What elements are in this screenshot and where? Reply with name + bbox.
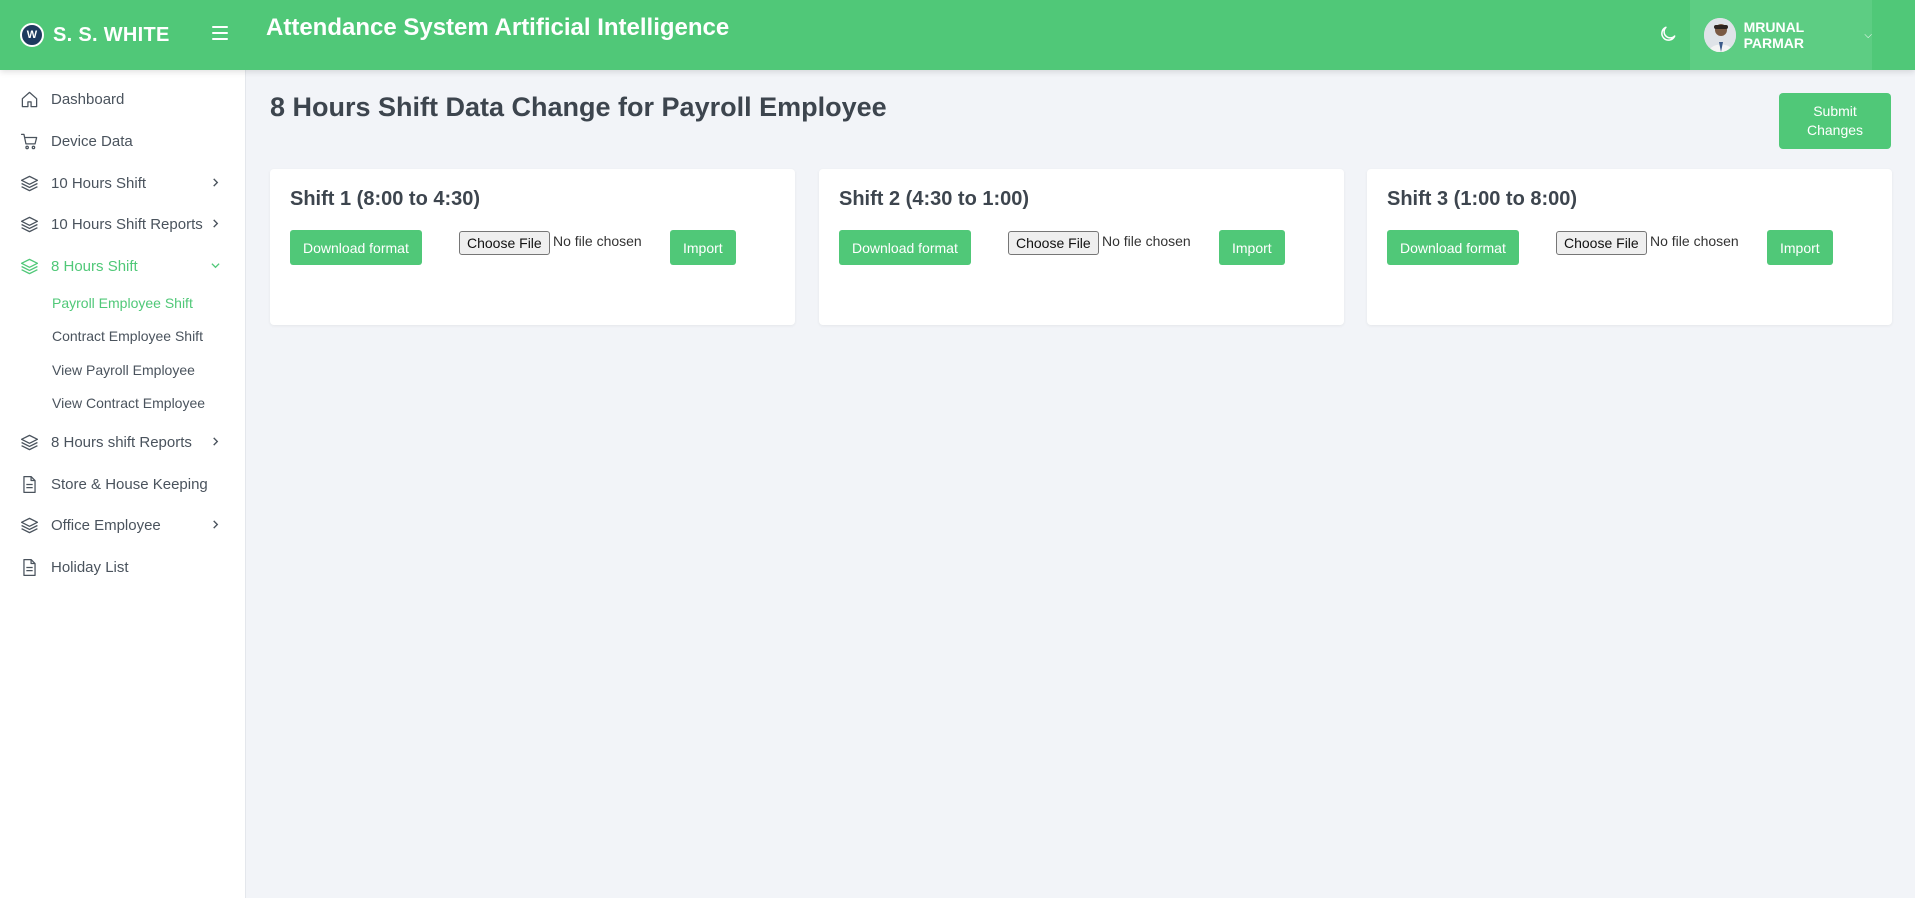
sidebar-item-store-house-keeping[interactable]: Store & House Keeping <box>0 467 246 501</box>
sidebar-subitem-contract-employee-shift[interactable]: Contract Employee Shift <box>52 328 203 344</box>
sidebar-item-label: Dashboard <box>51 90 125 108</box>
file-status: No file chosen <box>1102 233 1191 249</box>
layers-icon <box>20 434 39 450</box>
sidebar-item-label: 8 Hours Shift <box>51 257 138 275</box>
sidebar-subitem-view-contract-employee[interactable]: View Contract Employee <box>52 395 205 411</box>
sidebar-item-8-hours-shift[interactable]: 8 Hours Shift <box>0 249 246 283</box>
sidebar-item-label: 8 Hours shift Reports <box>51 433 192 451</box>
moon-icon[interactable] <box>1658 24 1678 44</box>
sidebar-item-office-employee[interactable]: Office Employee <box>0 508 246 542</box>
menu-toggle-icon[interactable] <box>212 26 228 40</box>
sidebar-item-device-data[interactable]: Device Data <box>0 124 246 158</box>
home-icon <box>21 91 38 107</box>
chevron-down-icon <box>211 263 220 269</box>
layers-icon <box>20 517 39 533</box>
sidebar-item-dashboard[interactable]: Dashboard <box>0 82 246 116</box>
download-format-button[interactable]: Download format <box>290 230 422 265</box>
import-button[interactable]: Import <box>1219 230 1285 265</box>
chevron-right-icon <box>213 437 219 446</box>
brand-name: S. S. WHITE <box>53 23 170 46</box>
sidebar-item-label: Device Data <box>51 132 133 150</box>
sidebar-item-label: Holiday List <box>51 558 129 576</box>
sidebar-subitem-payroll-employee-shift[interactable]: Payroll Employee Shift <box>52 295 193 311</box>
sidebar-subitem-view-payroll-employee[interactable]: View Payroll Employee <box>52 362 195 378</box>
card-title: Shift 2 (4:30 to 1:00) <box>839 188 1030 210</box>
choose-file-button[interactable]: Choose File <box>459 231 550 255</box>
brand-logo-icon: W <box>20 23 44 47</box>
cart-icon <box>20 133 38 149</box>
choose-file-button[interactable]: Choose File <box>1556 231 1647 255</box>
download-format-button[interactable]: Download format <box>839 230 971 265</box>
sidebar-item-holiday-list[interactable]: Holiday List <box>0 550 246 584</box>
card-title: Shift 1 (8:00 to 4:30) <box>290 188 481 210</box>
chevron-down-icon: ⌵ <box>1864 29 1872 41</box>
document-icon <box>23 475 36 493</box>
choose-file-button[interactable]: Choose File <box>1008 231 1099 255</box>
sidebar-item-label: 10 Hours Shift <box>51 174 147 192</box>
sidebar-item-label: Office Employee <box>51 516 161 534</box>
chevron-right-icon <box>213 178 219 187</box>
file-status: No file chosen <box>1650 233 1739 249</box>
user-name: MRUNAL PARMAR <box>1743 19 1804 51</box>
sidebar: Dashboard Device Data 10 Hours Shift 10 … <box>0 70 246 898</box>
document-icon <box>23 558 36 576</box>
shift-card-1: Shift 1 (8:00 to 4:30) Download format C… <box>270 169 795 325</box>
shift-card-2: Shift 2 (4:30 to 1:00) Download format C… <box>819 169 1344 325</box>
layers-icon <box>20 175 39 191</box>
download-format-button[interactable]: Download format <box>1387 230 1519 265</box>
chevron-right-icon <box>213 520 219 529</box>
sidebar-item-10-hours-shift[interactable]: 10 Hours Shift <box>0 166 246 200</box>
sidebar-item-8-hours-shift-reports[interactable]: 8 Hours shift Reports <box>0 425 246 459</box>
submit-changes-button[interactable]: Submit Changes <box>1779 93 1891 149</box>
avatar <box>1704 18 1736 52</box>
sidebar-item-10-hours-shift-reports[interactable]: 10 Hours Shift Reports <box>0 207 246 241</box>
layers-icon <box>20 258 39 274</box>
layers-icon <box>20 216 39 232</box>
brand[interactable]: W S. S. WHITE <box>20 22 170 48</box>
user-menu[interactable]: MRUNAL PARMAR ⌵ <box>1690 0 1872 70</box>
file-status: No file chosen <box>553 233 642 249</box>
user-avatar-icon <box>1704 18 1736 52</box>
chevron-right-icon <box>213 219 219 228</box>
top-bar: W S. S. WHITE Attendance System Artifici… <box>0 0 1915 70</box>
sidebar-item-label: Store & House Keeping <box>51 475 208 493</box>
sidebar-item-label: 10 Hours Shift Reports <box>51 215 203 233</box>
page-title: 8 Hours Shift Data Change for Payroll Em… <box>270 92 887 122</box>
import-button[interactable]: Import <box>1767 230 1833 265</box>
shift-card-3: Shift 3 (1:00 to 8:00) Download format C… <box>1367 169 1892 325</box>
app-title: Attendance System Artificial Intelligenc… <box>266 14 730 41</box>
import-button[interactable]: Import <box>670 230 736 265</box>
card-title: Shift 3 (1:00 to 8:00) <box>1387 188 1578 210</box>
